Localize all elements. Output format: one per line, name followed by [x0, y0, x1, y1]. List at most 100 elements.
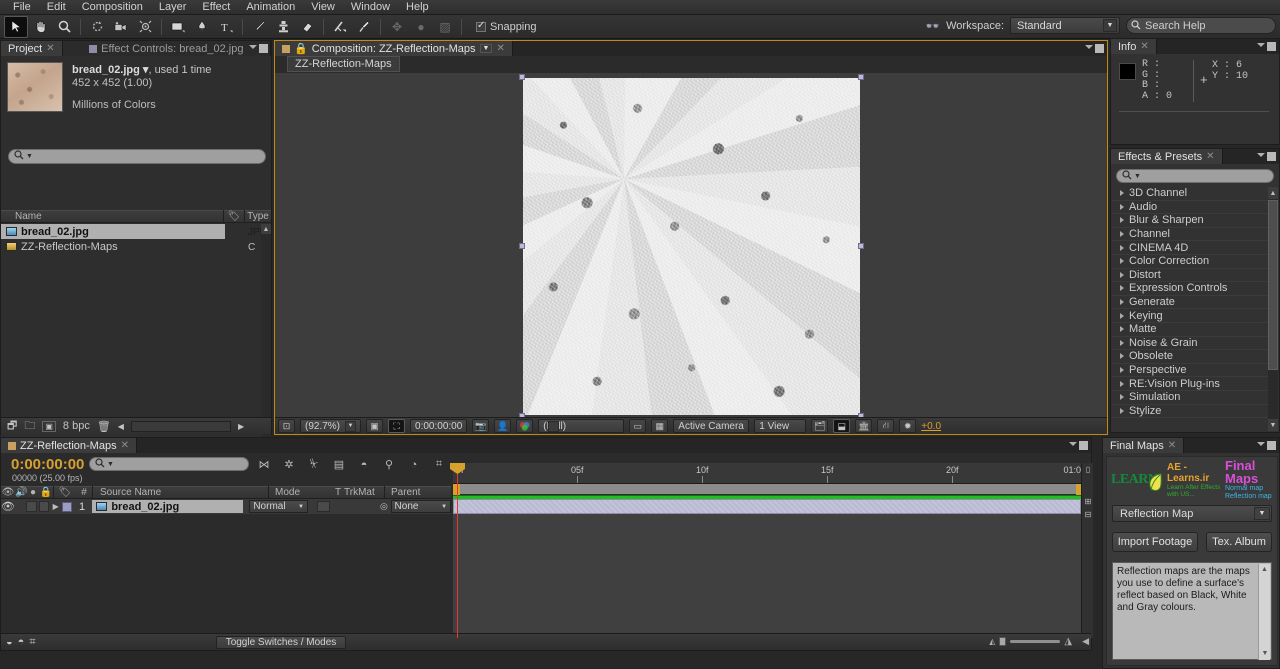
- column-name[interactable]: Name: [1, 211, 223, 222]
- lock-icon[interactable]: 🔒: [39, 487, 53, 498]
- list-item[interactable]: Expression Controls: [1112, 282, 1270, 296]
- column-source-name[interactable]: Source Name: [93, 487, 268, 498]
- motion-blur-switch-icon[interactable]: ◒: [6, 636, 13, 648]
- lock-icon[interactable]: 🔒: [294, 42, 308, 55]
- layer-switch-icon[interactable]: ⊞: [1082, 495, 1094, 508]
- scrollbar-thumb[interactable]: [1268, 200, 1278, 370]
- column-index[interactable]: #: [76, 487, 92, 498]
- work-area-bar[interactable]: [453, 484, 1083, 495]
- bit-depth-label[interactable]: 8 bpc: [63, 420, 90, 432]
- zoom-slider-track[interactable]: [1010, 640, 1061, 643]
- show-snapshot-icon[interactable]: 👤: [494, 419, 512, 433]
- panel-collapse-icon[interactable]: [1267, 152, 1276, 161]
- shape-tool-icon[interactable]: [166, 16, 190, 38]
- menu-item-edit[interactable]: Edit: [39, 0, 74, 15]
- zoom-out-icon[interactable]: ◭: [989, 637, 995, 646]
- list-item[interactable]: 3D Channel: [1112, 187, 1270, 201]
- chevron-down-icon[interactable]: ▼: [479, 44, 493, 53]
- menu-item-file[interactable]: File: [5, 0, 39, 15]
- list-item[interactable]: Distort: [1112, 269, 1270, 283]
- disclosure-triangle-icon[interactable]: [1120, 217, 1124, 224]
- scroll-left-icon[interactable]: ◀: [118, 422, 124, 431]
- chevron-down-icon[interactable]: ▼: [1254, 507, 1270, 520]
- effects-panel-menu[interactable]: [1257, 152, 1276, 161]
- disclosure-triangle-icon[interactable]: [1120, 326, 1124, 333]
- scroll-up-icon[interactable]: ▲: [261, 224, 271, 234]
- disclosure-triangle-icon[interactable]: [1120, 367, 1124, 374]
- brush-tool-icon[interactable]: [247, 16, 271, 38]
- list-item[interactable]: RE:Vision Plug-ins: [1112, 377, 1270, 391]
- project-search-input[interactable]: ▼: [8, 149, 266, 164]
- scroll-down-icon[interactable]: ▼: [1259, 648, 1271, 660]
- disclosure-triangle-icon[interactable]: [1120, 407, 1124, 414]
- graph-editor-icon[interactable]: ◔: [406, 457, 422, 472]
- disclosure-triangle-icon[interactable]: [1120, 231, 1124, 238]
- new-folder-icon[interactable]: 🗀: [24, 417, 35, 436]
- timeline-search-input[interactable]: ▼: [89, 457, 249, 471]
- always-preview-icon[interactable]: ⊡: [278, 419, 295, 433]
- list-item[interactable]: Audio: [1112, 201, 1270, 215]
- hide-shy-layers-icon[interactable]: ⏧: [306, 457, 322, 472]
- list-item[interactable]: Stylize: [1112, 405, 1270, 419]
- pen-tool-icon[interactable]: [190, 16, 214, 38]
- menu-item-effect[interactable]: Effect: [194, 0, 238, 15]
- list-item[interactable]: Keying: [1112, 309, 1270, 323]
- zoom-tool-icon[interactable]: [52, 16, 76, 38]
- disclosure-triangle-icon[interactable]: [1120, 190, 1124, 197]
- info-panel-menu[interactable]: [1257, 42, 1276, 51]
- camera-tool-icon[interactable]: [109, 16, 133, 38]
- scroll-left-icon[interactable]: ◀: [1082, 636, 1089, 647]
- region-of-interest-toggle-icon[interactable]: ▭: [629, 419, 647, 433]
- channel-rgb-icon[interactable]: [516, 419, 534, 433]
- menu-item-view[interactable]: View: [303, 0, 343, 15]
- timeline-link-icon[interactable]: 🏛: [855, 419, 873, 433]
- delete-icon[interactable]: 🗑: [97, 420, 111, 433]
- zoom-slider-knob[interactable]: [999, 637, 1007, 646]
- zoom-level-select[interactable]: (92.7%) ▼: [300, 419, 362, 433]
- layer-label-swatch[interactable]: [62, 501, 72, 512]
- disclosure-triangle-icon[interactable]: [1120, 244, 1124, 251]
- tab-info[interactable]: Info ✕: [1111, 39, 1157, 54]
- comp-marker-icon[interactable]: ▯: [1082, 463, 1094, 476]
- panel-collapse-icon[interactable]: [1267, 42, 1276, 51]
- list-item[interactable]: Color Correction: [1112, 255, 1270, 269]
- close-icon[interactable]: ✕: [1140, 41, 1148, 52]
- time-playhead[interactable]: [450, 463, 465, 638]
- breadcrumb-item[interactable]: ZZ-Reflection-Maps: [287, 55, 400, 72]
- zoom-in-icon[interactable]: ◮: [1064, 636, 1072, 647]
- selection-handle-tr[interactable]: [857, 73, 864, 80]
- menu-item-animation[interactable]: Animation: [238, 0, 303, 15]
- snapping-toggle[interactable]: Snapping: [476, 20, 537, 33]
- chevron-down-icon[interactable]: ▼: [1103, 19, 1117, 32]
- motion-blur-icon[interactable]: ◓: [356, 457, 372, 472]
- exposure-value[interactable]: +0.0: [921, 421, 941, 432]
- views-select[interactable]: 1 View: [754, 419, 807, 433]
- audio-speaker-icon[interactable]: 🔊: [15, 487, 27, 498]
- panel-menu-icon[interactable]: [1257, 153, 1265, 160]
- menu-item-composition[interactable]: Composition: [74, 0, 151, 15]
- panel-menu-icon[interactable]: [1257, 442, 1265, 449]
- auto-keyframe-icon[interactable]: ⌗: [431, 457, 447, 472]
- exposure-reset-icon[interactable]: ✹: [899, 419, 917, 433]
- scroll-up-icon[interactable]: ▲: [1268, 187, 1278, 199]
- list-item[interactable]: Obsolete: [1112, 350, 1270, 364]
- search-help-input[interactable]: Search Help: [1126, 17, 1276, 34]
- pixel-aspect-icon[interactable]: 🗂: [811, 419, 829, 433]
- list-item[interactable]: Noise & Grain: [1112, 337, 1270, 351]
- panel-collapse-icon[interactable]: [1095, 44, 1104, 53]
- disclosure-triangle-icon[interactable]: [1120, 380, 1124, 387]
- map-type-select[interactable]: Reflection Map ▼: [1112, 505, 1272, 522]
- grid-guides-icon[interactable]: ▣: [366, 419, 384, 433]
- parent-pickwhip-icon[interactable]: ◎: [377, 501, 390, 512]
- layer-visibility-icon[interactable]: 👁: [1, 500, 15, 513]
- chevron-down-icon[interactable]: ▼: [441, 504, 447, 510]
- list-item[interactable]: ZZ-Reflection-Maps: [1, 239, 271, 254]
- selection-tool-icon[interactable]: [4, 15, 28, 38]
- workspace-select[interactable]: Standard ▼: [1010, 17, 1120, 34]
- resolution-select[interactable]: (Full): [538, 419, 625, 433]
- horizontal-scrollbar[interactable]: [130, 420, 231, 432]
- lock-toggle[interactable]: [38, 501, 50, 512]
- clone-stamp-tool-icon[interactable]: [271, 16, 295, 38]
- snapshot-camera-icon[interactable]: 📷: [472, 419, 490, 433]
- composition-mini-flowchart-icon[interactable]: ⋈: [256, 457, 272, 472]
